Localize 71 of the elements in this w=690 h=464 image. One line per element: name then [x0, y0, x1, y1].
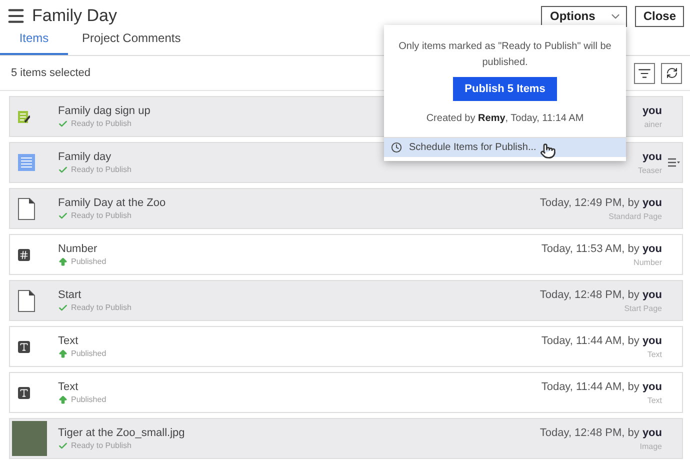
item-type: Start Page	[624, 304, 662, 312]
modified-info: Today, 11:44 AM, by you	[541, 380, 662, 392]
item-row[interactable]: Text Published Today, 11:44 AM, by you Text	[9, 372, 683, 413]
modified-info: Today, 11:44 AM, by you	[541, 334, 662, 346]
item-row[interactable]: Number Published Today, 11:53 AM, by you Number	[9, 234, 683, 275]
page-title: Family Day	[32, 6, 118, 26]
modified-info: Today, 12:48 PM, by you	[540, 426, 662, 438]
publish-button[interactable]: Publish 5 Items	[452, 77, 558, 101]
item-type: ainer	[644, 120, 662, 128]
item-status: Ready to Publish	[71, 303, 132, 312]
check-icon	[58, 164, 68, 174]
options-dropdown[interactable]: Options	[540, 6, 628, 26]
up-arrow-icon	[58, 394, 68, 404]
clock-icon	[391, 142, 402, 153]
selection-count: 5 items selected	[11, 67, 92, 79]
modified-info: you	[642, 150, 662, 162]
text-icon	[18, 386, 30, 398]
item-name: Text	[58, 380, 78, 392]
item-name: Start	[58, 288, 82, 300]
item-status: Ready to Publish	[71, 211, 132, 220]
sort-icon	[638, 66, 651, 80]
row-menu-icon[interactable]	[668, 158, 680, 167]
modified-info: Today, 12:48 PM, by you	[540, 288, 662, 300]
item-name: Family Day at the Zoo	[58, 196, 166, 208]
item-status: Ready to Publish	[71, 119, 132, 128]
item-status: Ready to Publish	[71, 165, 132, 174]
modified-info: Today, 12:49 PM, by you	[540, 196, 662, 208]
page-icon	[18, 198, 35, 220]
page-icon	[18, 290, 35, 312]
item-name: Family day	[58, 150, 112, 162]
item-row[interactable]: Tiger at the Zoo_small.jpg Ready to Publish Today, 12:48 PM, by you Image	[9, 418, 683, 459]
item-status: Published	[71, 395, 106, 404]
item-row[interactable]: Text Published Today, 11:44 AM, by you Text	[9, 326, 683, 367]
item-status: Published	[71, 257, 106, 266]
item-name: Text	[58, 334, 78, 346]
item-row[interactable]: Start Ready to Publish Today, 12:48 PM, by you Start Page	[9, 280, 683, 321]
text-icon	[18, 340, 30, 352]
refresh-button[interactable]	[661, 62, 682, 84]
item-type: Standard Page	[608, 212, 662, 220]
item-status: Published	[71, 349, 106, 358]
item-type: Teaser	[638, 166, 662, 174]
item-row[interactable]: Family Day at the Zoo Ready to Publish Today, 12:49 PM, by you Standard Page	[9, 188, 683, 229]
up-arrow-icon	[58, 256, 68, 266]
item-type: Number	[634, 258, 662, 266]
tab[interactable]: Items	[0, 31, 68, 55]
refresh-icon	[666, 67, 678, 79]
modified-info: Today, 11:53 AM, by you	[541, 242, 662, 254]
schedule-menu-item[interactable]: Schedule Items for Publish...	[384, 137, 626, 157]
publish-note: Only items marked as "Ready to Publish" will be published.	[398, 40, 612, 70]
item-type: Text	[647, 396, 662, 404]
item-status: Ready to Publish	[71, 441, 132, 450]
photo-placeholder	[12, 421, 47, 456]
sort-button[interactable]	[634, 62, 655, 84]
tab[interactable]: Project Comments	[68, 31, 181, 55]
check-icon	[58, 210, 68, 220]
check-icon	[58, 302, 68, 312]
item-name: Number	[58, 242, 98, 254]
item-name: Tiger at the Zoo_small.jpg	[58, 426, 185, 438]
item-type: Text	[647, 350, 662, 358]
check-icon	[58, 440, 68, 450]
created-info: Created by Remy, Today, 11:14 AM	[426, 113, 584, 124]
item-name: Family dag sign up	[58, 104, 150, 116]
modified-info: you	[642, 104, 662, 116]
up-arrow-icon	[58, 348, 68, 358]
text-block-icon	[18, 154, 35, 171]
number-icon	[18, 248, 30, 260]
form-icon	[18, 110, 30, 122]
list-icon	[6, 6, 26, 26]
item-type: Image	[640, 442, 662, 450]
check-icon	[58, 118, 68, 128]
close-button[interactable]: Close	[635, 6, 684, 26]
